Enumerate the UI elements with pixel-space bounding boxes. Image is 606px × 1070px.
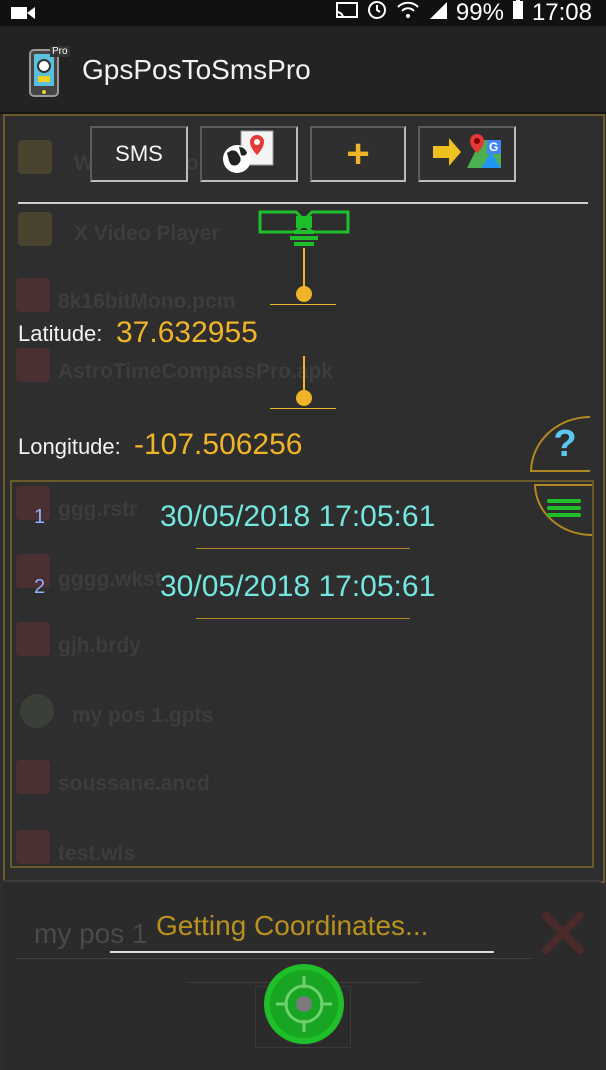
status-bar: 99% 17:08 — [0, 0, 606, 26]
locate-button[interactable] — [262, 962, 346, 1046]
pro-badge: Pro — [50, 46, 70, 57]
alarm-icon — [366, 0, 388, 27]
open-google-maps-button[interactable]: G — [418, 126, 516, 182]
background-file-item: AstroTimeCompassPro.apk — [58, 360, 334, 383]
wifi-icon — [396, 0, 420, 27]
position-row[interactable]: 1 30/05/2018 17:05:61 — [14, 492, 530, 556]
folder-icon — [18, 140, 52, 174]
signal-icon — [428, 0, 448, 27]
row-divider — [196, 618, 410, 619]
position-row-number: 2 — [34, 576, 46, 598]
longitude-label: Longitude: — [18, 434, 121, 459]
longitude-value: -107.506256 — [134, 428, 303, 461]
arrow-google-maps-icon: G — [431, 132, 503, 177]
longitude-baseline — [270, 408, 336, 409]
background-file-item: 8k16bitMono.pcm — [58, 290, 236, 313]
latitude-value: 37.632955 — [116, 316, 258, 349]
latitude-label: Latitude: — [18, 321, 103, 346]
cast-icon — [335, 0, 358, 27]
longitude-marker-icon — [296, 356, 312, 408]
satellite-icon — [256, 208, 352, 308]
position-row[interactable]: 2 30/05/2018 17:05:61 — [14, 560, 530, 624]
filename-input-value: my pos 1 — [34, 918, 148, 949]
sms-button-label: SMS — [115, 141, 163, 166]
clock: 17:08 — [531, 0, 592, 26]
file-x-icon — [16, 278, 50, 312]
sms-button[interactable]: SMS — [90, 126, 188, 182]
position-row-datetime: 30/05/2018 17:05:61 — [160, 500, 436, 533]
gps-locate-icon — [264, 964, 344, 1044]
app-title: GpsPosToSmsPro — [82, 54, 311, 85]
background-file-item: X Video Player — [74, 222, 220, 245]
status-underline — [110, 951, 494, 953]
position-row-number: 1 — [34, 506, 46, 528]
position-row-datetime: 30/05/2018 17:05:61 — [160, 570, 436, 603]
help-icon: ? — [553, 422, 577, 465]
status-right: 99% 17:08 — [335, 0, 592, 27]
plus-icon: + — [346, 132, 370, 176]
folder-icon — [18, 212, 52, 246]
clear-x-icon[interactable] — [540, 910, 586, 961]
add-button[interactable]: + — [310, 126, 406, 182]
row-divider — [196, 548, 410, 549]
app-bar: Pro GpsPosToSmsPro — [0, 26, 606, 114]
battery-percent: 99% — [455, 0, 504, 26]
status-text: Getting Coordinates... — [156, 910, 429, 941]
globe-map-icon — [221, 129, 277, 180]
toolbar-divider — [18, 202, 588, 204]
svg-text:G: G — [489, 140, 498, 154]
latitude-baseline — [270, 304, 336, 305]
globe-map-button[interactable] — [200, 126, 298, 182]
battery-icon — [512, 0, 524, 27]
file-x-icon — [16, 348, 50, 382]
stack-lines-icon — [545, 497, 583, 524]
